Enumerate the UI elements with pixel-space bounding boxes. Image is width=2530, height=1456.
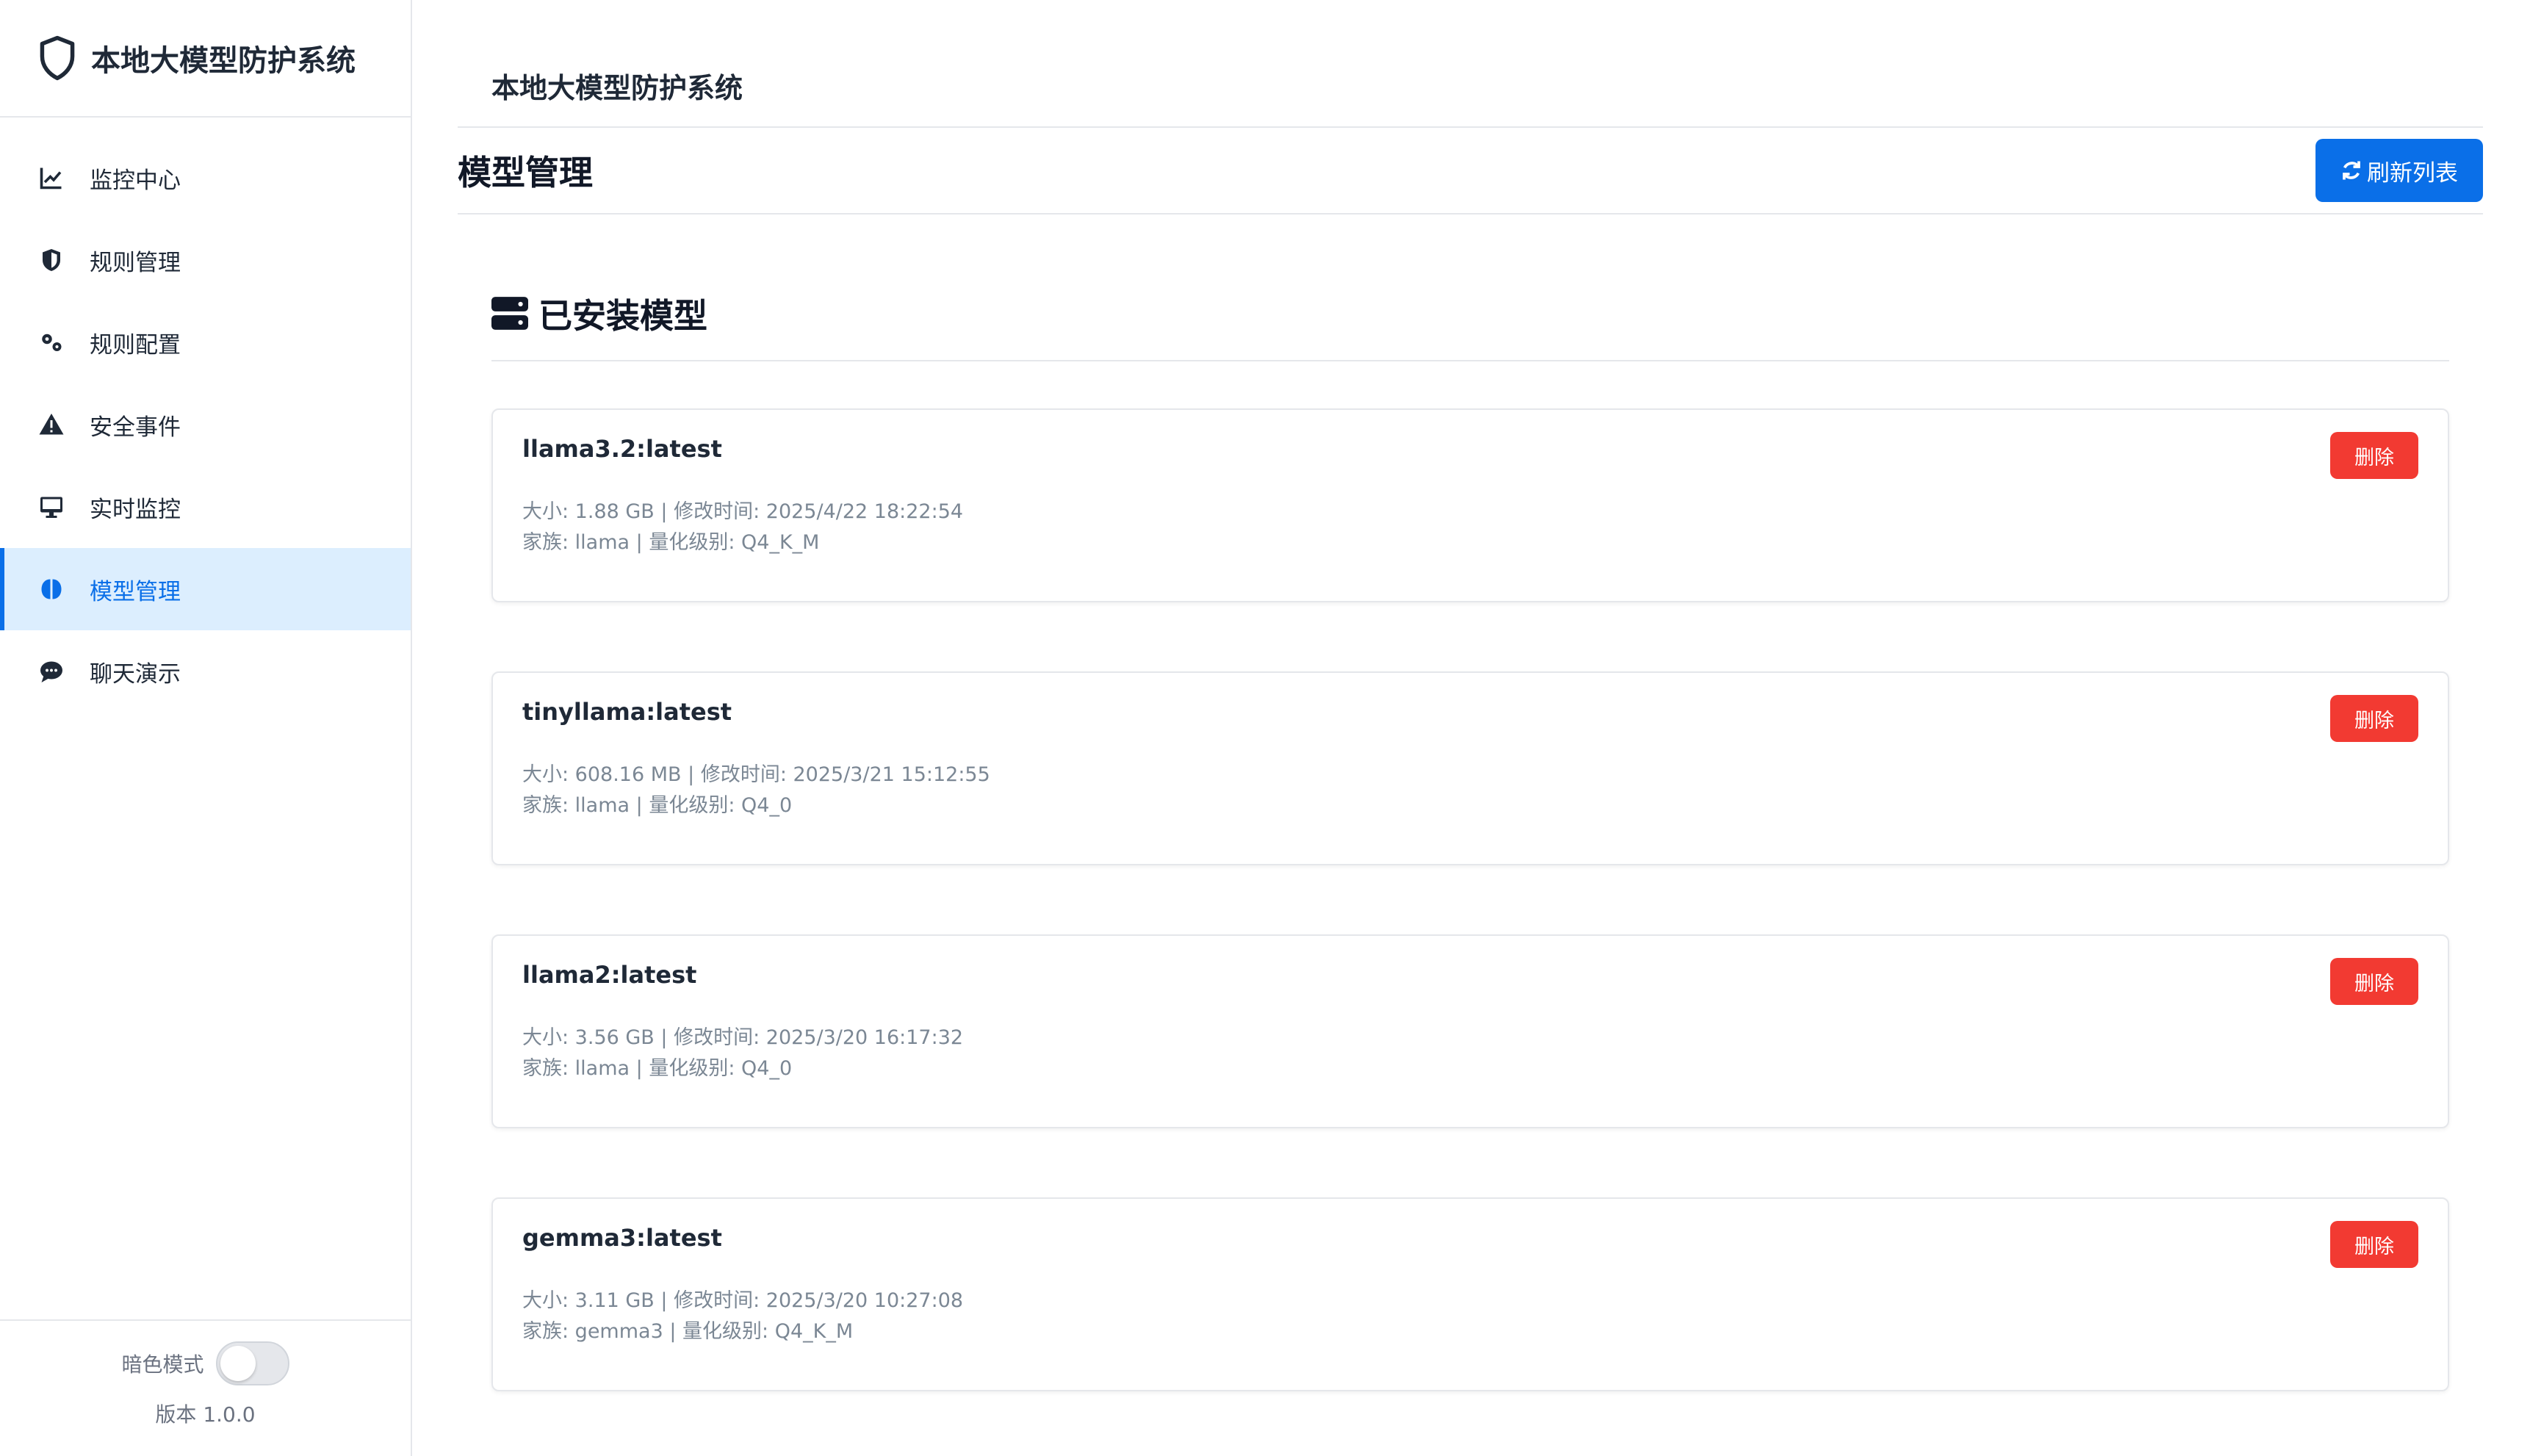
model-family-quant: 家族: llama | 量化级别: Q4_K_M <box>522 531 820 554</box>
model-name: llama2:latest <box>522 961 697 989</box>
model-card: llama3.2:latest 大小: 1.88 GB | 修改时间: 2025… <box>491 408 2449 602</box>
sidebar-item-realtime-monitor[interactable]: 实时监控 <box>0 466 411 548</box>
server-icon <box>491 297 528 330</box>
gears-icon <box>37 328 66 357</box>
sidebar-item-monitor-center[interactable]: 监控中心 <box>0 137 411 219</box>
shield-logo-icon <box>40 35 75 81</box>
model-meta: 大小: 608.16 MB | 修改时间: 2025/3/21 15:12:55… <box>522 760 2418 821</box>
model-meta: 大小: 3.11 GB | 修改时间: 2025/3/20 10:27:08 家… <box>522 1286 2418 1347</box>
monitor-icon <box>37 492 66 522</box>
chat-icon <box>37 657 66 686</box>
sidebar-item-security-events[interactable]: 安全事件 <box>0 383 411 466</box>
model-size-modified: 大小: 3.11 GB | 修改时间: 2025/3/20 10:27:08 <box>522 1289 964 1312</box>
sidebar-item-chat-demo[interactable]: 聊天演示 <box>0 630 411 713</box>
model-size-modified: 大小: 608.16 MB | 修改时间: 2025/3/21 15:12:55 <box>522 763 990 786</box>
sidebar-item-rule-config[interactable]: 规则配置 <box>0 301 411 383</box>
shield-icon <box>37 245 66 275</box>
model-name: tinyllama:latest <box>522 698 732 726</box>
panel-title-text: 已安装模型 <box>538 296 707 336</box>
model-list: llama3.2:latest 大小: 1.88 GB | 修改时间: 2025… <box>491 361 2449 1391</box>
sidebar-item-label: 实时监控 <box>90 496 181 523</box>
sidebar-item-label: 安全事件 <box>90 414 181 441</box>
model-family-quant: 家族: llama | 量化级别: Q4_0 <box>522 1057 793 1080</box>
main-content: 本地大模型防护系统 模型管理 刷新列表 已安装模型 llama3.2:lates… <box>412 0 2530 1456</box>
panel-title: 已安装模型 <box>491 289 707 338</box>
model-card: gemma3:latest 大小: 3.11 GB | 修改时间: 2025/3… <box>491 1197 2449 1391</box>
delete-model-button[interactable]: 删除 <box>2330 695 2418 742</box>
model-card: tinyllama:latest 大小: 608.16 MB | 修改时间: 2… <box>491 671 2449 865</box>
model-meta: 大小: 1.88 GB | 修改时间: 2025/4/22 18:22:54 家… <box>522 497 2418 558</box>
page-title: 模型管理 <box>458 153 593 192</box>
warning-icon <box>37 410 66 439</box>
refresh-icon <box>2343 161 2360 180</box>
delete-model-button[interactable]: 删除 <box>2330 1221 2418 1268</box>
panel-header: 已安装模型 <box>491 215 2449 361</box>
sidebar-item-label: 监控中心 <box>90 167 181 194</box>
brand[interactable]: 本地大模型防护系统 <box>0 0 411 118</box>
dark-mode-row: 暗色模式 <box>121 1341 289 1385</box>
model-name: gemma3:latest <box>522 1224 722 1252</box>
model-family-quant: 家族: gemma3 | 量化级别: Q4_K_M <box>522 1320 854 1343</box>
model-size-modified: 大小: 1.88 GB | 修改时间: 2025/4/22 18:22:54 <box>522 500 964 523</box>
brain-icon <box>37 574 66 604</box>
sidebar-item-label: 规则管理 <box>90 249 181 276</box>
sidebar-nav: 监控中心 规则管理 规则配置 安全事件 实时监控 模型管理 聊天演示 <box>0 118 411 713</box>
app-title: 本地大模型防护系统 <box>91 44 356 78</box>
model-meta: 大小: 3.56 GB | 修改时间: 2025/3/20 16:17:32 家… <box>522 1023 2418 1084</box>
app-root: 本地大模型防护系统 监控中心 规则管理 规则配置 安全事件 实时监控 模型管理 … <box>0 0 2530 1456</box>
dark-mode-toggle[interactable] <box>215 1341 289 1385</box>
page-header: 模型管理 刷新列表 <box>458 128 2483 215</box>
model-card: llama2:latest 大小: 3.56 GB | 修改时间: 2025/3… <box>491 934 2449 1128</box>
refresh-list-button[interactable]: 刷新列表 <box>2315 139 2483 202</box>
dark-mode-label: 暗色模式 <box>121 1352 204 1377</box>
model-name: llama3.2:latest <box>522 435 722 463</box>
refresh-label: 刷新列表 <box>2367 159 2458 186</box>
toggle-knob <box>220 1346 256 1381</box>
delete-model-button[interactable]: 删除 <box>2330 958 2418 1005</box>
delete-model-button[interactable]: 删除 <box>2330 432 2418 479</box>
sidebar-item-model-management[interactable]: 模型管理 <box>0 548 411 630</box>
header-title: 本地大模型防护系统 <box>458 0 2483 128</box>
model-family-quant: 家族: llama | 量化级别: Q4_0 <box>522 794 793 817</box>
version-label: 版本 1.0.0 <box>155 1402 256 1427</box>
line-chart-icon <box>37 163 66 192</box>
sidebar-item-label: 模型管理 <box>90 578 181 605</box>
installed-models-panel: 已安装模型 llama3.2:latest 大小: 1.88 GB | 修改时间… <box>458 215 2483 1391</box>
sidebar-item-rule-management[interactable]: 规则管理 <box>0 219 411 301</box>
model-size-modified: 大小: 3.56 GB | 修改时间: 2025/3/20 16:17:32 <box>522 1026 964 1049</box>
sidebar-footer: 暗色模式 版本 1.0.0 <box>0 1319 411 1456</box>
sidebar-item-label: 聊天演示 <box>90 660 181 688</box>
sidebar-item-label: 规则配置 <box>90 331 181 358</box>
sidebar: 本地大模型防护系统 监控中心 规则管理 规则配置 安全事件 实时监控 模型管理 … <box>0 0 412 1456</box>
